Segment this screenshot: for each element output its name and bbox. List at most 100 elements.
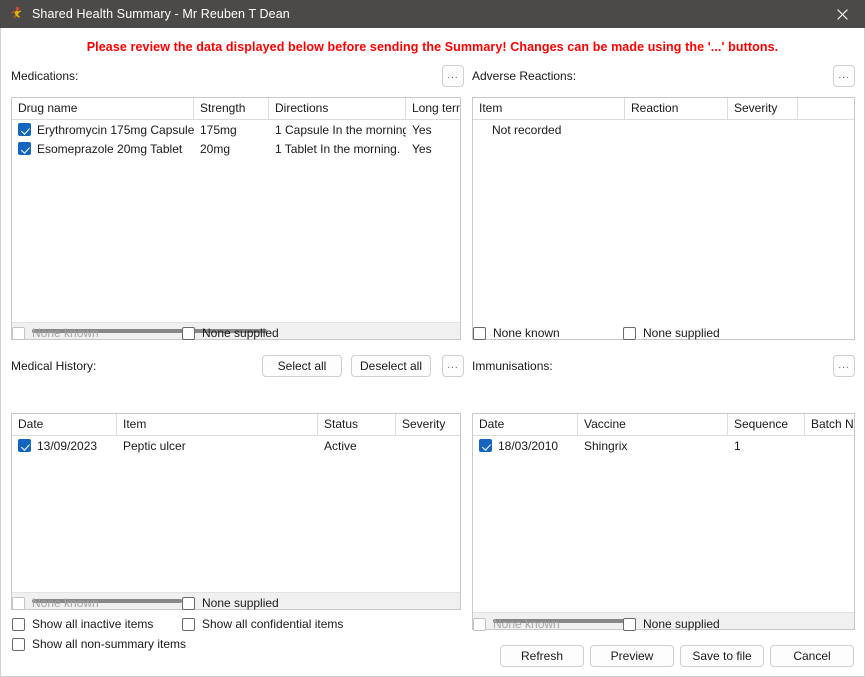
checkbox-label: None supplied bbox=[202, 326, 279, 340]
medications-more-button[interactable]: ... bbox=[442, 65, 464, 87]
medications-label: Medications: bbox=[11, 69, 79, 83]
window-titlebar: Shared Health Summary - Mr Reuben T Dean bbox=[0, 0, 865, 28]
medical-history-more-button[interactable]: ... bbox=[442, 355, 464, 377]
adverse-reactions-more-button[interactable]: ... bbox=[833, 65, 855, 87]
window-title: Shared Health Summary - Mr Reuben T Dean bbox=[32, 7, 290, 21]
column-header[interactable]: Drug name bbox=[12, 98, 194, 119]
save-to-file-button[interactable]: Save to file bbox=[680, 645, 764, 667]
column-header[interactable]: Date bbox=[12, 414, 117, 435]
checkbox-label: None supplied bbox=[643, 617, 720, 631]
medications-none-known-checkbox[interactable]: None known bbox=[12, 326, 99, 340]
medical-history-list-header: Date Item Status Severity bbox=[12, 414, 460, 436]
adverse-reactions-label: Adverse Reactions: bbox=[472, 69, 577, 83]
column-header[interactable]: Directions bbox=[269, 98, 406, 119]
cancel-button[interactable]: Cancel bbox=[770, 645, 854, 667]
immunisations-label: Immunisations: bbox=[472, 359, 553, 373]
row-checkbox[interactable] bbox=[18, 123, 31, 136]
checkbox-label: None known bbox=[493, 326, 560, 340]
cell-status: Active bbox=[324, 438, 357, 453]
table-row[interactable]: 18/03/2010 Shingrix 1 bbox=[473, 436, 854, 455]
refresh-button[interactable]: Refresh bbox=[500, 645, 584, 667]
row-checkbox[interactable] bbox=[479, 439, 492, 452]
show-all-confidential-items-checkbox[interactable]: Show all confidential items bbox=[182, 617, 343, 631]
immunisations-list-header: Date Vaccine Sequence Batch N bbox=[473, 414, 854, 436]
checkbox-label: Show all inactive items bbox=[32, 617, 154, 631]
close-icon[interactable] bbox=[819, 0, 865, 28]
cell-date: 13/09/2023 bbox=[37, 438, 98, 453]
column-header[interactable]: Item bbox=[117, 414, 318, 435]
column-header[interactable]: Item bbox=[473, 98, 625, 119]
checkbox-label: None known bbox=[493, 617, 560, 631]
cell-strength: 175mg bbox=[200, 122, 237, 137]
cell-long-term: Yes bbox=[412, 141, 432, 156]
column-header[interactable]: Batch N bbox=[805, 414, 854, 435]
cell-sequence: 1 bbox=[734, 438, 741, 453]
medications-list[interactable]: Drug name Strength Directions Long term … bbox=[11, 97, 461, 340]
column-header[interactable]: Vaccine bbox=[578, 414, 728, 435]
column-header[interactable]: Reaction bbox=[625, 98, 728, 119]
cell-vaccine: Shingrix bbox=[584, 438, 628, 453]
checkbox-label: None supplied bbox=[202, 596, 279, 610]
table-row[interactable]: Not recorded bbox=[473, 120, 854, 139]
medications-none-supplied-checkbox[interactable]: None supplied bbox=[182, 326, 279, 340]
cell-drug-name: Esomeprazole 20mg Tablet bbox=[37, 141, 183, 156]
dialog-body: Please review the data displayed below b… bbox=[0, 28, 865, 677]
table-row[interactable]: Erythromycin 175mg Capsule 175mg 1 Capsu… bbox=[12, 120, 460, 139]
checkbox-box bbox=[182, 596, 195, 610]
adverse-reactions-rows: Not recorded bbox=[473, 120, 854, 139]
row-checkbox[interactable] bbox=[18, 439, 31, 452]
column-header[interactable]: Severity bbox=[396, 414, 460, 435]
column-header[interactable]: Status bbox=[318, 414, 396, 435]
checkbox-box bbox=[12, 596, 25, 610]
cell-item: Not recorded bbox=[492, 122, 562, 137]
medical-history-list[interactable]: Date Item Status Severity 13/09/2023 Pep… bbox=[11, 413, 461, 610]
adverse-reactions-list-header: Item Reaction Severity bbox=[473, 98, 854, 120]
show-all-inactive-items-checkbox[interactable]: Show all inactive items bbox=[12, 617, 153, 631]
immunisations-rows: 18/03/2010 Shingrix 1 bbox=[473, 436, 854, 455]
adverse-reactions-none-supplied-checkbox[interactable]: None supplied bbox=[623, 326, 720, 340]
table-row[interactable]: Esomeprazole 20mg Tablet 20mg 1 Tablet I… bbox=[12, 139, 460, 158]
show-all-non-summary-items-checkbox[interactable]: Show all non-summary items bbox=[12, 637, 186, 651]
column-header[interactable]: Severity bbox=[728, 98, 798, 119]
medical-history-none-known-checkbox[interactable]: None known bbox=[12, 596, 99, 610]
medical-history-rows: 13/09/2023 Peptic ulcer Active bbox=[12, 436, 460, 455]
checkbox-box bbox=[182, 617, 195, 631]
checkbox-box bbox=[623, 326, 636, 340]
checkbox-box bbox=[182, 326, 195, 340]
checkbox-label: Show all confidential items bbox=[202, 617, 344, 631]
preview-button[interactable]: Preview bbox=[590, 645, 674, 667]
medications-rows: Erythromycin 175mg Capsule 175mg 1 Capsu… bbox=[12, 120, 460, 158]
checkbox-box bbox=[473, 617, 486, 631]
immunisations-none-supplied-checkbox[interactable]: None supplied bbox=[623, 617, 720, 631]
checkbox-label: None supplied bbox=[643, 326, 720, 340]
cell-long-term: Yes bbox=[412, 122, 432, 137]
immunisations-more-button[interactable]: ... bbox=[833, 355, 855, 377]
column-header[interactable] bbox=[798, 98, 854, 119]
checkbox-label: None known bbox=[32, 326, 99, 340]
table-row[interactable]: 13/09/2023 Peptic ulcer Active bbox=[12, 436, 460, 455]
medications-list-header: Drug name Strength Directions Long term bbox=[12, 98, 460, 120]
cell-strength: 20mg bbox=[200, 141, 231, 156]
select-all-button[interactable]: Select all bbox=[262, 355, 342, 377]
checkbox-label: Show all non-summary items bbox=[32, 637, 187, 651]
deselect-all-button[interactable]: Deselect all bbox=[351, 355, 431, 377]
medical-history-none-supplied-checkbox[interactable]: None supplied bbox=[182, 596, 279, 610]
warning-message: Please review the data displayed below b… bbox=[86, 40, 779, 54]
checkbox-box bbox=[623, 617, 636, 631]
column-header[interactable]: Date bbox=[473, 414, 578, 435]
adverse-reactions-list[interactable]: Item Reaction Severity Not recorded bbox=[472, 97, 855, 340]
column-header[interactable]: Strength bbox=[194, 98, 269, 119]
cell-drug-name: Erythromycin 175mg Capsule bbox=[37, 122, 194, 137]
checkbox-box bbox=[473, 326, 486, 340]
adverse-reactions-none-known-checkbox[interactable]: None known bbox=[473, 326, 560, 340]
checkbox-box bbox=[12, 637, 25, 651]
medical-history-label: Medical History: bbox=[11, 359, 97, 373]
cell-directions: 1 Tablet In the morning. bbox=[275, 141, 401, 156]
cell-directions: 1 Capsule In the morning... bbox=[275, 122, 406, 137]
immunisations-none-known-checkbox[interactable]: None known bbox=[473, 617, 560, 631]
row-checkbox[interactable] bbox=[18, 142, 31, 155]
cell-date: 18/03/2010 bbox=[498, 438, 559, 453]
column-header[interactable]: Long term bbox=[406, 98, 460, 119]
immunisations-list[interactable]: Date Vaccine Sequence Batch N 18/03/2010… bbox=[472, 413, 855, 630]
column-header[interactable]: Sequence bbox=[728, 414, 805, 435]
